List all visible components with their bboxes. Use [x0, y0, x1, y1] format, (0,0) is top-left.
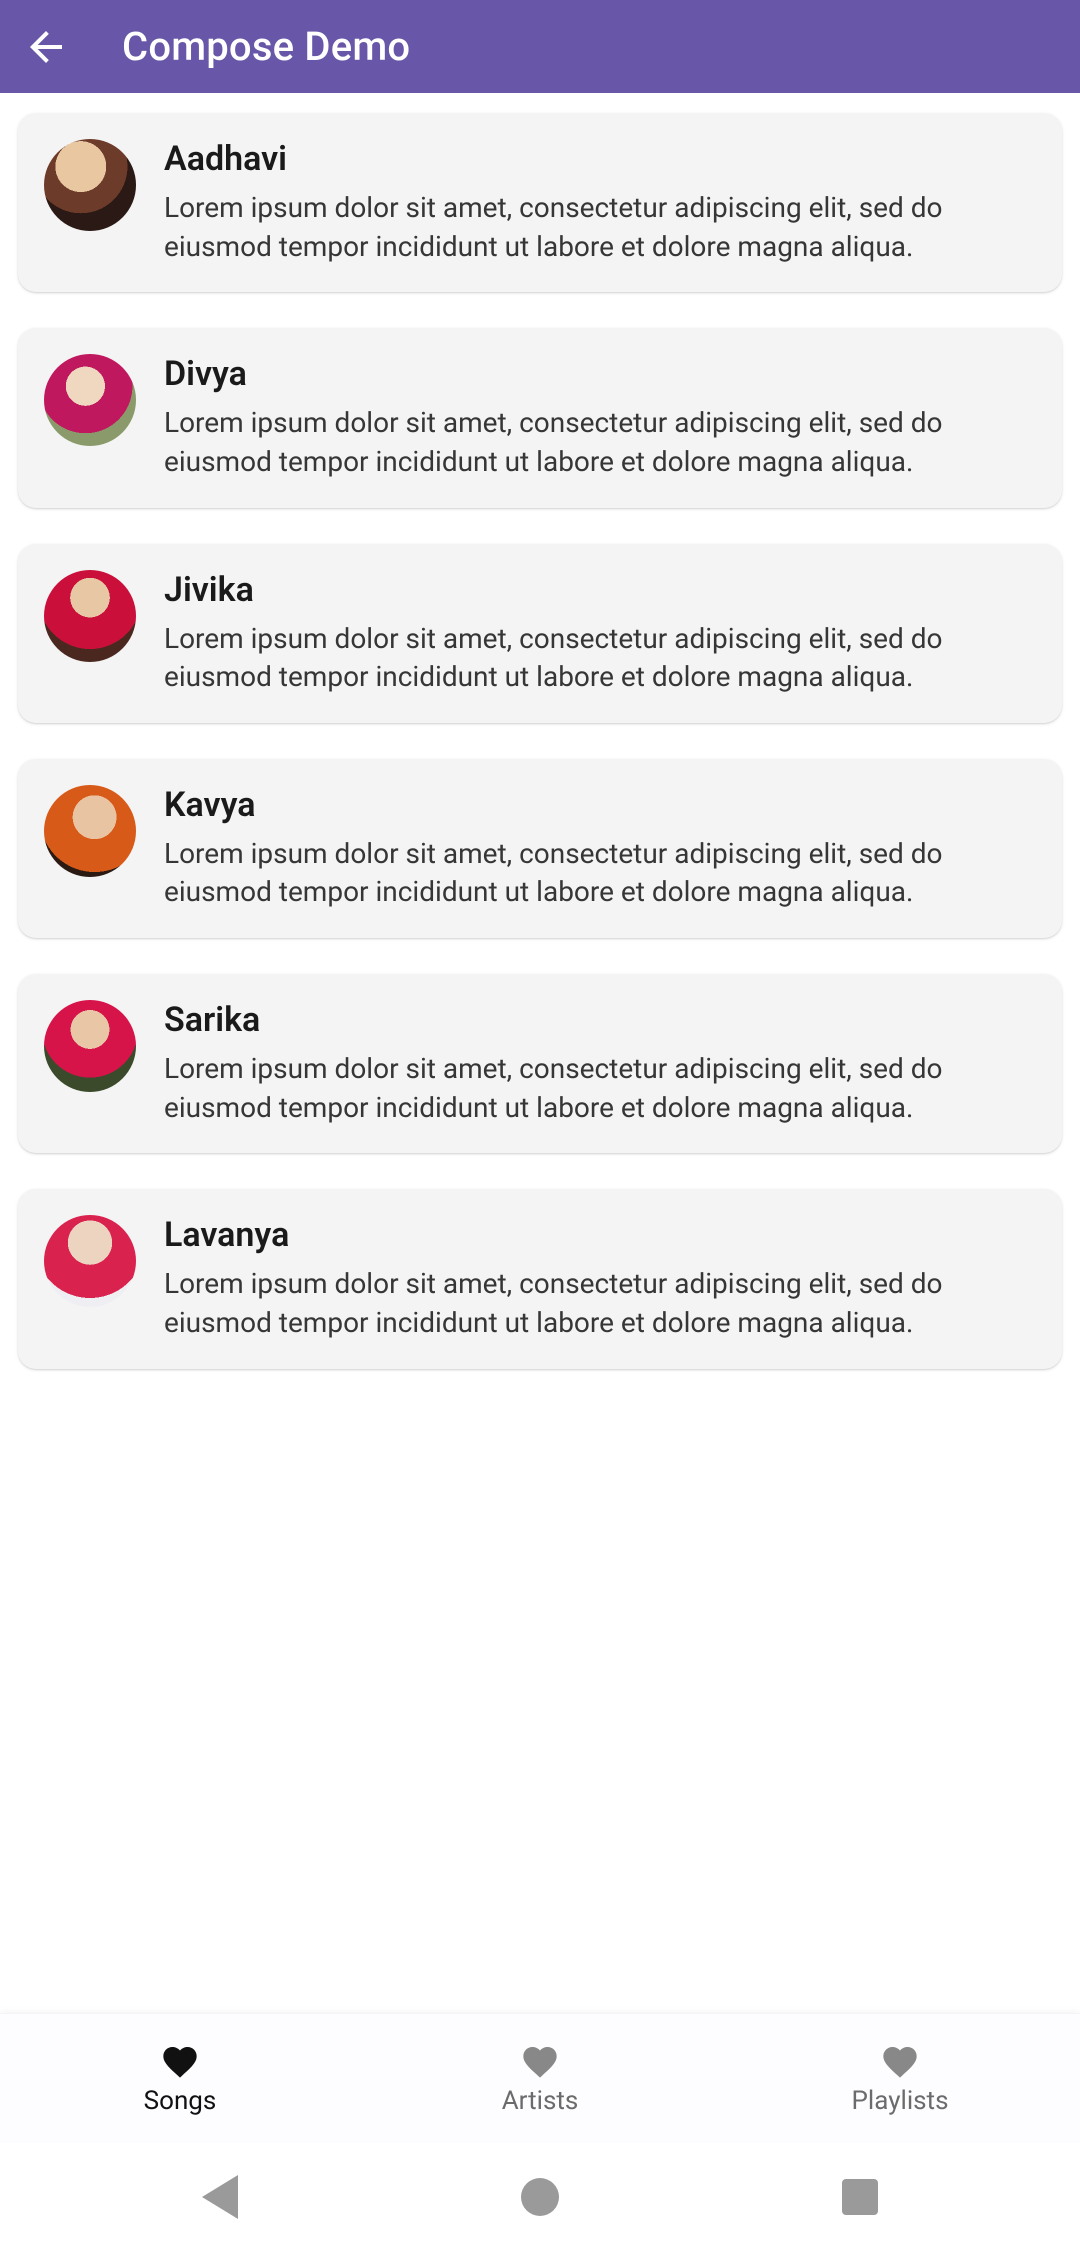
nav-label: Playlists [852, 2086, 949, 2116]
heart-icon [880, 2042, 920, 2082]
list-item-title: Lavanya [164, 1215, 1034, 1255]
list-item[interactable]: Sarika Lorem ipsum dolor sit amet, conse… [18, 974, 1062, 1153]
avatar [44, 570, 136, 662]
list-item[interactable]: Divya Lorem ipsum dolor sit amet, consec… [18, 328, 1062, 507]
app-bar-title: Compose Demo [122, 23, 410, 70]
avatar [44, 785, 136, 877]
list-item-title: Divya [164, 354, 1034, 394]
nav-tab-playlists[interactable]: Playlists [720, 2014, 1080, 2143]
heart-icon [520, 2042, 560, 2082]
avatar [44, 1215, 136, 1307]
nav-tab-songs[interactable]: Songs [0, 2014, 360, 2143]
list-item[interactable]: Aadhavi Lorem ipsum dolor sit amet, cons… [18, 113, 1062, 292]
back-button[interactable] [22, 17, 82, 77]
heart-icon [160, 2042, 200, 2082]
list-item-title: Aadhavi [164, 139, 1034, 179]
arrow-back-icon [22, 23, 70, 71]
avatar [44, 1000, 136, 1092]
list-item[interactable]: Lavanya Lorem ipsum dolor sit amet, cons… [18, 1189, 1062, 1368]
list-item-body: Sarika Lorem ipsum dolor sit amet, conse… [164, 1000, 1034, 1127]
list-item-desc: Lorem ipsum dolor sit amet, consectetur … [164, 404, 1034, 481]
list-item-body: Kavya Lorem ipsum dolor sit amet, consec… [164, 785, 1034, 912]
avatar [44, 139, 136, 231]
bottom-navigation: Songs Artists Playlists [0, 2013, 1080, 2143]
list-item-title: Sarika [164, 1000, 1034, 1040]
system-recent-button[interactable] [842, 2179, 878, 2215]
nav-label: Artists [502, 2086, 579, 2116]
list-content[interactable]: Aadhavi Lorem ipsum dolor sit amet, cons… [0, 93, 1080, 2013]
list-item[interactable]: Jivika Lorem ipsum dolor sit amet, conse… [18, 544, 1062, 723]
list-item-body: Lavanya Lorem ipsum dolor sit amet, cons… [164, 1215, 1034, 1342]
list-item-body: Aadhavi Lorem ipsum dolor sit amet, cons… [164, 139, 1034, 266]
list-item-title: Kavya [164, 785, 1034, 825]
list-item-desc: Lorem ipsum dolor sit amet, consectetur … [164, 835, 1034, 912]
list-item-desc: Lorem ipsum dolor sit amet, consectetur … [164, 1265, 1034, 1342]
list-item[interactable]: Kavya Lorem ipsum dolor sit amet, consec… [18, 759, 1062, 938]
system-navigation-bar [0, 2143, 1080, 2251]
avatar [44, 354, 136, 446]
list-item-title: Jivika [164, 570, 1034, 610]
list-item-desc: Lorem ipsum dolor sit amet, consectetur … [164, 189, 1034, 266]
system-home-button[interactable] [521, 2178, 559, 2216]
list-item-desc: Lorem ipsum dolor sit amet, consectetur … [164, 620, 1034, 697]
nav-tab-artists[interactable]: Artists [360, 2014, 720, 2143]
app-bar: Compose Demo [0, 0, 1080, 93]
system-back-button[interactable] [202, 2175, 238, 2219]
list-item-body: Jivika Lorem ipsum dolor sit amet, conse… [164, 570, 1034, 697]
list-item-desc: Lorem ipsum dolor sit amet, consectetur … [164, 1050, 1034, 1127]
nav-label: Songs [144, 2086, 217, 2116]
list-item-body: Divya Lorem ipsum dolor sit amet, consec… [164, 354, 1034, 481]
